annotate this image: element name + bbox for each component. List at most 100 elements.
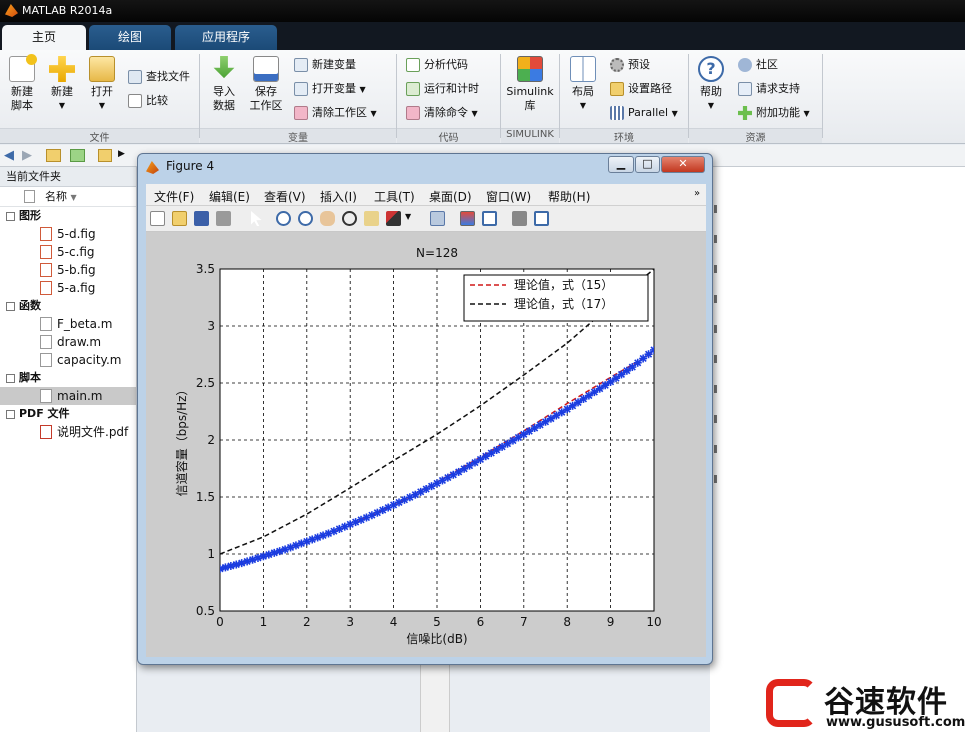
data-cursor-icon[interactable] — [364, 211, 379, 226]
simulink-library-button[interactable]: Simulink 库 — [504, 56, 556, 113]
group-scripts[interactable]: 脚本 — [0, 369, 136, 387]
workspace-splitter[interactable] — [420, 660, 450, 732]
new-figure-icon[interactable] — [150, 211, 165, 226]
analyze-code-label: 分析代码 — [424, 58, 468, 71]
folder-icon — [610, 82, 624, 96]
colorbar-icon[interactable] — [460, 211, 475, 226]
menu-insert[interactable]: 插入(I) — [320, 188, 357, 205]
file-item[interactable]: F_beta.m — [0, 315, 136, 333]
gear-icon — [610, 58, 624, 72]
link-plot-icon[interactable] — [430, 211, 445, 226]
group-label-environment: 环境 — [560, 128, 688, 144]
help-button[interactable]: ? 帮助 ▼ — [694, 56, 728, 113]
y-tick-label: 1 — [207, 547, 215, 561]
app-titlebar: MATLAB R2014a — [0, 0, 965, 22]
show-tools-icon[interactable] — [534, 211, 549, 226]
save-icon[interactable] — [194, 211, 209, 226]
legend-icon[interactable] — [482, 211, 497, 226]
new-button[interactable]: 新建 ▼ — [46, 56, 78, 113]
find-files-button[interactable]: 查找文件 — [128, 68, 190, 86]
brush-icon[interactable] — [386, 211, 401, 226]
analyze-code-button[interactable]: 分析代码 — [406, 56, 468, 74]
menu-help[interactable]: 帮助(H) — [548, 188, 590, 205]
help-label: 帮助 — [700, 85, 722, 98]
menu-view[interactable]: 查看(V) — [264, 188, 306, 205]
up-folder-icon[interactable] — [46, 149, 61, 162]
menu-edit[interactable]: 编辑(E) — [209, 188, 250, 205]
open-variable-button[interactable]: 打开变量 ▼ — [294, 80, 366, 98]
set-path-button[interactable]: 设置路径 — [610, 80, 672, 98]
file-name: 说明文件.pdf — [57, 425, 129, 439]
chevron-down-icon: ▼ — [359, 85, 366, 94]
data-point-interp — [617, 370, 626, 379]
minimize-button[interactable]: ▁ — [608, 156, 634, 173]
open-variable-icon — [294, 82, 308, 96]
pan-icon[interactable] — [320, 211, 335, 226]
clear-commands-button[interactable]: 清除命令 ▼ — [406, 104, 478, 122]
close-button[interactable]: ✕ — [661, 156, 705, 173]
back-arrow-icon[interactable]: ◀ — [4, 148, 14, 163]
import-data-button[interactable]: 导入 数据 — [206, 56, 242, 113]
addons-button[interactable]: 附加功能 ▼ — [738, 104, 810, 122]
request-support-button[interactable]: 请求支持 — [738, 80, 800, 98]
preferences-button[interactable]: 预设 — [610, 56, 650, 74]
run-and-time-label: 运行和计时 — [424, 82, 479, 95]
new-variable-button[interactable]: 新建变量 — [294, 56, 356, 74]
file-item[interactable]: 5-d.fig — [0, 225, 136, 243]
menu-desktop[interactable]: 桌面(D) — [429, 188, 472, 205]
command-window[interactable] — [710, 167, 965, 732]
chevron-down-icon[interactable]: ▼ — [405, 212, 411, 221]
file-item[interactable]: 5-b.fig — [0, 261, 136, 279]
hide-tools-icon[interactable] — [512, 211, 527, 226]
current-folder-panel: 当前文件夹 名称 ▼ 图形 5-d.fig 5-c.fig 5-b.fig 5-… — [0, 167, 137, 732]
gutter-mark — [714, 385, 717, 393]
parallel-button[interactable]: Parallel ▼ — [610, 104, 678, 122]
data-point-interp — [226, 561, 235, 570]
community-button[interactable]: 社区 — [738, 56, 778, 74]
x-tick-label: 2 — [303, 615, 311, 629]
menu-overflow-icon[interactable]: » — [694, 188, 700, 199]
figure-menubar: 文件(F) 编辑(E) 查看(V) 插入(I) 工具(T) 桌面(D) 窗口(W… — [146, 184, 706, 206]
group-functions[interactable]: 函数 — [0, 297, 136, 315]
chevron-right-icon[interactable]: ▶ — [118, 149, 125, 159]
plot-area: N=128 信噪比(dB) 信道容量（bps/Hz） 0 1 2 3 4 5 6 7 8 9 10 0… — [146, 232, 706, 657]
rotate-3d-icon[interactable] — [342, 211, 357, 226]
group-figures[interactable]: 图形 — [0, 207, 136, 225]
legend-label: 理论值，式（15） — [514, 277, 613, 292]
chevron-down-icon: ▼ — [98, 101, 106, 110]
run-and-time-button[interactable]: 运行和计时 — [406, 80, 479, 98]
group-pdf[interactable]: PDF 文件 — [0, 405, 136, 423]
open-file-icon[interactable] — [172, 211, 187, 226]
browse-folder-icon[interactable] — [70, 149, 85, 162]
file-item[interactable]: 5-c.fig — [0, 243, 136, 261]
menu-tools[interactable]: 工具(T) — [374, 188, 415, 205]
file-item[interactable]: draw.m — [0, 333, 136, 351]
zoom-out-icon[interactable] — [298, 211, 313, 226]
file-item-selected[interactable]: main.m — [0, 387, 136, 405]
legend-label: 理论值，式（17） — [514, 296, 613, 311]
data-point — [628, 363, 637, 372]
file-item[interactable]: 说明文件.pdf — [0, 423, 136, 441]
file-item[interactable]: capacity.m — [0, 351, 136, 369]
data-point-interp — [622, 366, 631, 375]
new-script-button[interactable]: 新建 脚本 — [4, 54, 40, 113]
print-icon[interactable] — [216, 211, 231, 226]
menu-window[interactable]: 窗口(W) — [486, 188, 531, 205]
tab-apps[interactable]: 应用程序 — [175, 25, 277, 50]
tab-plots[interactable]: 绘图 — [89, 25, 171, 50]
fig-file-icon — [40, 281, 52, 295]
save-workspace-button[interactable]: 保存 工作区 — [246, 56, 286, 113]
clear-workspace-button[interactable]: 清除工作区 ▼ — [294, 104, 377, 122]
open-button[interactable]: 打开 ▼ — [86, 56, 118, 113]
name-column-header[interactable]: 名称 ▼ — [0, 187, 136, 207]
tab-home[interactable]: 主页 — [2, 25, 86, 50]
file-item[interactable]: 5-a.fig — [0, 279, 136, 297]
edit-plot-icon[interactable] — [251, 211, 262, 226]
maximize-button[interactable]: □ — [635, 156, 660, 173]
forward-arrow-icon[interactable]: ▶ — [22, 148, 32, 163]
layout-button[interactable]: 布局 ▼ — [566, 56, 600, 113]
compare-button[interactable]: 比较 — [128, 92, 168, 110]
zoom-in-icon[interactable] — [276, 211, 291, 226]
file-name: main.m — [57, 389, 103, 403]
menu-file[interactable]: 文件(F) — [154, 188, 194, 205]
